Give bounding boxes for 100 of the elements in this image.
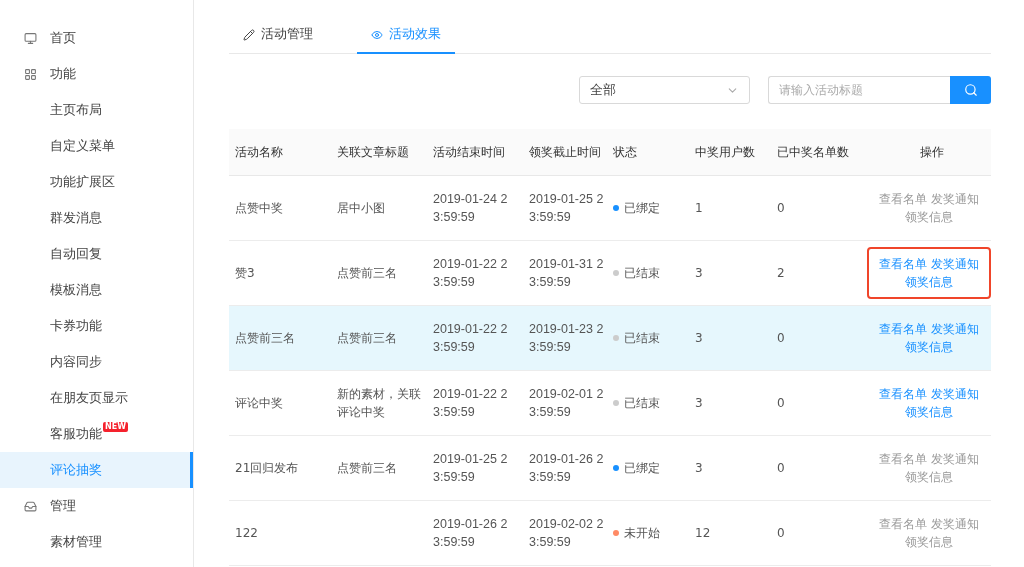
table-cell-text: 122 [234,525,259,542]
table-cell-text: 2019-01-25 23:59:59 [433,451,509,486]
table-cell-text: 2019-01-23 23:59:59 [529,321,605,356]
table-cell-text: 2 [776,265,786,282]
action-link[interactable]: 领奖信息 [905,468,953,486]
table-cell-text: 点赞前三名 [234,330,296,347]
sidebar-item-label: 素材管理 [50,533,102,551]
sidebar-item-label: 群发消息 [50,209,102,227]
table-cell-text: 点赞中奖 [234,200,284,217]
sidebar-item-label: 客服功能 [50,425,102,443]
status-text: 已绑定 [624,199,660,217]
table-cell-text: 点赞前三名 [336,460,398,477]
table-cell-text: 新的素材，关联评论中奖 [336,386,422,421]
sidebar-item[interactable]: 自动回复 [0,236,193,272]
column-header: 已中奖名单数 [776,143,850,161]
table-cell-text: 居中小图 [336,200,386,217]
table-cell-text: 点赞前三名 [336,265,398,282]
sidebar-item[interactable]: 内容同步 [0,344,193,380]
eye-icon [371,28,383,41]
sidebar-item-label: 功能 [50,65,76,83]
pencil-icon [243,28,255,41]
sidebar-item[interactable]: 功能扩展区 [0,164,193,200]
sidebar-item[interactable]: 自定义菜单 [0,128,193,164]
action-link[interactable]: 查看名单 [879,255,927,273]
action-link[interactable]: 领奖信息 [905,403,953,421]
action-link[interactable]: 发奖通知 [931,320,979,338]
table-cell-text: 0 [776,200,786,217]
table-cell-text: 2019-01-25 23:59:59 [529,191,605,226]
sidebar-item-label: 自动回复 [50,245,102,263]
column-header: 状态 [612,143,638,161]
column-header: 关联文章标题 [336,143,410,161]
table-cell-text: 0 [776,525,786,542]
inbox-icon [24,499,37,513]
sidebar-item[interactable]: 评论抽奖 [0,452,193,488]
sidebar-item[interactable]: 功能 [0,56,193,92]
action-link[interactable]: 领奖信息 [905,533,953,551]
column-header: 活动结束时间 [432,143,506,161]
table-cell-text: 2019-02-01 23:59:59 [529,386,605,421]
action-link[interactable]: 发奖通知 [931,385,979,403]
table-cell-text: 3 [694,265,704,282]
table-cell-text: 1 [694,200,704,217]
sidebar-item-label: 在朋友页显示 [50,389,128,407]
monitor-icon [24,31,37,45]
table-cell-text: 2019-01-22 23:59:59 [433,321,509,356]
table-cell-text: 3 [694,460,704,477]
sidebar-item-label: 主页布局 [50,101,102,119]
sidebar-item[interactable]: 群发消息 [0,200,193,236]
grid-icon [24,67,37,81]
sidebar-item-label: 管理 [50,497,76,515]
table-cell-text: 0 [776,330,786,347]
table-cell-text: 3 [694,330,704,347]
column-header: 活动名称 [234,143,284,161]
sidebar-item-label: 内容同步 [50,353,102,371]
search-button[interactable] [950,76,991,104]
table-cell-text: 0 [776,395,786,412]
action-link[interactable]: 发奖通知 [931,515,979,533]
table-cell-text: 0 [776,460,786,477]
sidebar-item-label: 卡券功能 [50,317,102,335]
table-cell-text: 2019-01-24 23:59:59 [433,191,509,226]
sidebar-item-label: 首页 [50,29,76,47]
table-cell-text: 12 [694,525,712,542]
action-link[interactable]: 查看名单 [879,450,927,468]
search-icon [963,83,978,97]
tab[interactable]: 活动管理 [229,16,327,54]
column-header: 领奖截止时间 [528,143,602,161]
action-link[interactable]: 领奖信息 [905,273,953,291]
status-text: 已结束 [624,329,660,347]
sidebar-item[interactable]: 首页 [0,20,193,56]
action-link[interactable]: 发奖通知 [931,450,979,468]
status-text: 已绑定 [624,459,660,477]
table-cell-text: 2019-01-26 23:59:59 [529,451,605,486]
sidebar-item[interactable]: 素材管理 [0,524,193,560]
action-link[interactable]: 查看名单 [879,385,927,403]
table-cell-text: 赞3 [234,265,256,282]
sidebar-item[interactable]: 主页布局 [0,92,193,128]
search-field[interactable]: 请输入活动标题 [768,76,950,104]
sidebar-item[interactable]: 卡券功能 [0,308,193,344]
new-badge: NEW [103,422,128,432]
action-link[interactable]: 查看名单 [879,515,927,533]
column-header: 中奖用户数 [694,143,756,161]
table-cell-text: 21回归发布 [234,460,300,477]
sidebar-item[interactable]: 在朋友页显示 [0,380,193,416]
action-link[interactable]: 查看名单 [879,320,927,338]
status-text: 未开始 [624,524,660,542]
action-link[interactable]: 领奖信息 [905,208,953,226]
action-link[interactable]: 查看名单 [879,190,927,208]
table-cell-text: 2019-02-02 23:59:59 [529,516,605,551]
table-cell-text: 2019-01-22 23:59:59 [433,256,509,291]
status-text: 已结束 [624,264,660,282]
sidebar-item[interactable]: 模板消息 [0,272,193,308]
tab[interactable]: 活动效果 [357,16,455,54]
table-cell-text: 评论中奖 [234,395,284,412]
sidebar-item-label: 评论抽奖 [50,461,102,479]
status-select[interactable]: 全部 [579,76,750,104]
action-link[interactable]: 领奖信息 [905,338,953,356]
action-link[interactable]: 发奖通知 [931,255,979,273]
table-cell-text: 2019-01-22 23:59:59 [433,386,509,421]
action-link[interactable]: 发奖通知 [931,190,979,208]
sidebar-item[interactable]: 管理 [0,488,193,524]
sidebar-item[interactable]: 客服功能 NEW [0,416,193,452]
